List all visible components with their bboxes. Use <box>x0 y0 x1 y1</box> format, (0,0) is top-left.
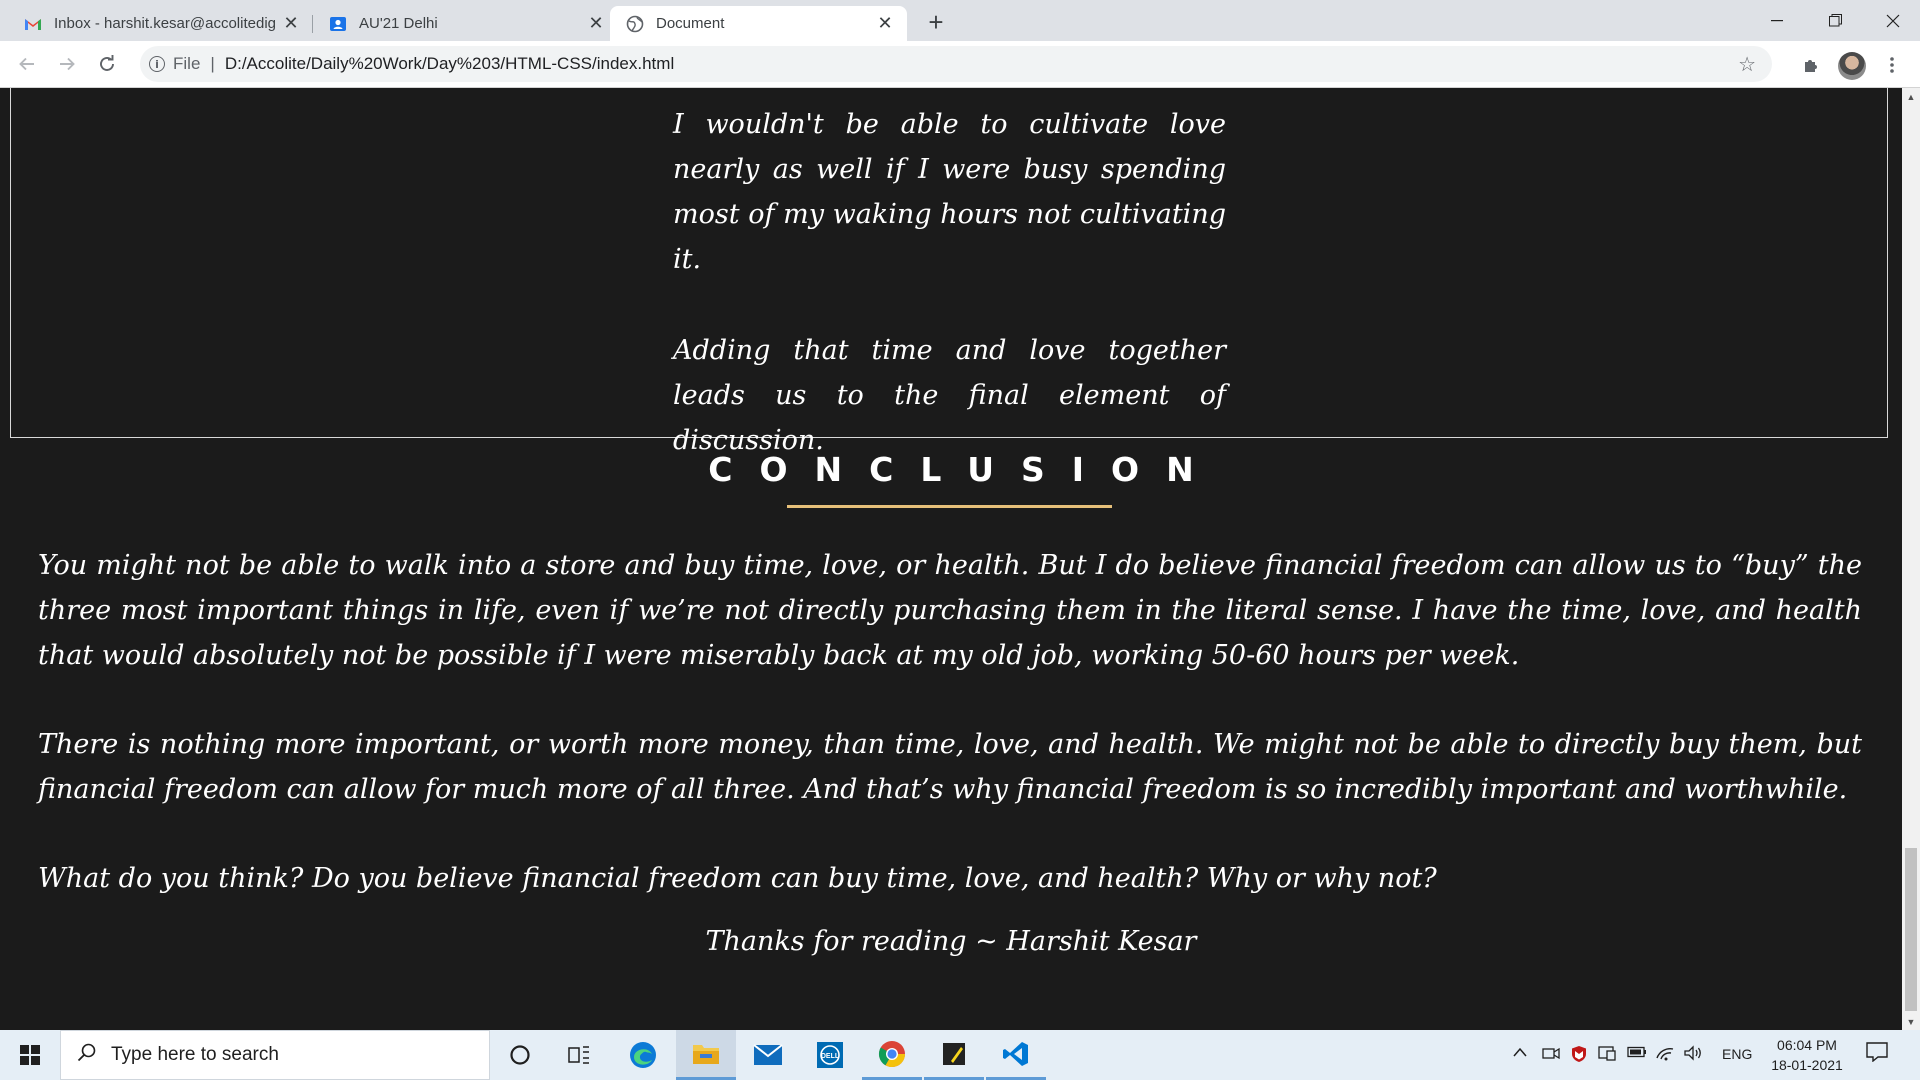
forward-button[interactable] <box>51 48 83 80</box>
scheme-label: File <box>173 54 201 73</box>
heading-underline <box>787 505 1112 508</box>
vertical-scrollbar[interactable]: ▲ ▼ <box>1902 88 1920 1030</box>
dell-app-icon[interactable]: DELL <box>800 1030 860 1080</box>
clock-date: 18-01-2021 <box>1771 1057 1843 1073</box>
url-text[interactable]: D:/Accolite/Daily%20Work/Day%203/HTML-CS… <box>225 54 674 74</box>
paragraph: There is nothing more important, or wort… <box>38 729 1862 805</box>
tab-gmail-inbox[interactable]: Inbox - harshit.kesar@accolitedigital.co… <box>8 6 313 41</box>
address-separator: | <box>210 54 215 73</box>
tab-au21-delhi[interactable]: AU'21 Delhi ✕ <box>313 6 618 41</box>
more-menu-icon[interactable] <box>1876 49 1908 81</box>
volume-icon[interactable] <box>1683 1045 1703 1066</box>
file-explorer-icon[interactable] <box>676 1030 736 1080</box>
vscode-icon[interactable] <box>986 1030 1046 1080</box>
browser-tab-strip: Inbox - harshit.kesar@accolitedigital.co… <box>0 0 1920 41</box>
tab-title: Inbox - harshit.kesar@accolitedigital.co… <box>54 15 277 32</box>
close-icon[interactable]: ✕ <box>871 10 899 38</box>
input-language[interactable]: ENG <box>1722 1046 1752 1062</box>
scroll-down-icon[interactable]: ▼ <box>1902 1013 1920 1030</box>
system-clock[interactable]: 06:04 PM 18-01-2021 <box>1762 1035 1852 1075</box>
device-sync-icon[interactable] <box>1598 1045 1616 1066</box>
back-button[interactable] <box>11 48 43 80</box>
chevron-up-icon[interactable] <box>1512 1045 1528 1063</box>
profile-avatar[interactable] <box>1838 52 1866 80</box>
scrollbar-thumb[interactable] <box>1905 848 1917 1011</box>
svg-text:DELL: DELL <box>821 1053 840 1060</box>
reload-button[interactable] <box>91 48 123 80</box>
search-icon <box>77 1042 97 1068</box>
conclusion-body: You might not be able to walk into a sto… <box>38 543 1862 945</box>
restore-button[interactable] <box>1806 0 1864 41</box>
globe-icon <box>626 15 644 33</box>
start-button[interactable] <box>0 1030 60 1080</box>
meet-now-icon[interactable] <box>1542 1045 1560 1066</box>
edge-icon[interactable] <box>613 1030 673 1080</box>
gmail-icon <box>24 15 42 33</box>
close-window-button[interactable] <box>1864 0 1920 41</box>
windows-taskbar: Type here to search DELL ENG 06:04 PM 18… <box>0 1030 1920 1080</box>
mcafee-shield-icon[interactable] <box>1570 1045 1588 1068</box>
page-viewport: I wouldn't be able to cultivate love nea… <box>0 88 1902 1030</box>
new-tab-button[interactable]: + <box>922 7 950 37</box>
search-placeholder: Type here to search <box>111 1044 279 1065</box>
paragraph: Adding that time and love together leads… <box>673 335 1226 456</box>
chrome-icon[interactable] <box>862 1030 922 1080</box>
article-text-column: I wouldn't be able to cultivate love nea… <box>673 102 1226 509</box>
mail-icon[interactable] <box>738 1030 798 1080</box>
clock-time: 06:04 PM <box>1777 1037 1837 1053</box>
windows-logo-icon <box>20 1045 40 1065</box>
tab-document[interactable]: Document ✕ <box>610 6 907 41</box>
scroll-up-icon[interactable]: ▲ <box>1902 88 1920 105</box>
sticky-notes-icon[interactable] <box>924 1030 984 1080</box>
conclusion-heading: CONCLUSION <box>708 450 1221 489</box>
close-icon[interactable]: ✕ <box>277 10 305 38</box>
close-icon[interactable]: ✕ <box>582 10 610 38</box>
info-icon[interactable]: i <box>149 56 165 72</box>
paragraph: What do you think? Do you believe financ… <box>38 863 1437 894</box>
address-bar[interactable]: i File | D:/Accolite/Daily%20Work/Day%20… <box>140 46 1772 82</box>
paragraph: You might not be able to walk into a sto… <box>38 550 1862 671</box>
minimize-button[interactable] <box>1748 0 1806 41</box>
bookmark-star-icon[interactable]: ☆ <box>1738 52 1756 77</box>
notification-center-icon[interactable] <box>1862 1042 1892 1066</box>
wifi-icon[interactable] <box>1655 1045 1675 1066</box>
paragraph: I wouldn't be able to cultivate love nea… <box>673 109 1226 275</box>
signature-line: Thanks for reading ~ Harshit Kesar <box>705 926 1197 957</box>
battery-icon[interactable] <box>1627 1045 1647 1063</box>
contacts-icon <box>329 15 347 33</box>
tab-title: Document <box>656 15 725 32</box>
extensions-puzzle-icon[interactable] <box>1795 49 1827 81</box>
tab-title: AU'21 Delhi <box>359 15 438 32</box>
browser-toolbar: i File | D:/Accolite/Daily%20Work/Day%20… <box>0 41 1920 88</box>
task-view-icon[interactable] <box>550 1030 610 1080</box>
taskbar-search-box[interactable]: Type here to search <box>60 1030 490 1080</box>
cortana-icon[interactable] <box>490 1030 550 1080</box>
